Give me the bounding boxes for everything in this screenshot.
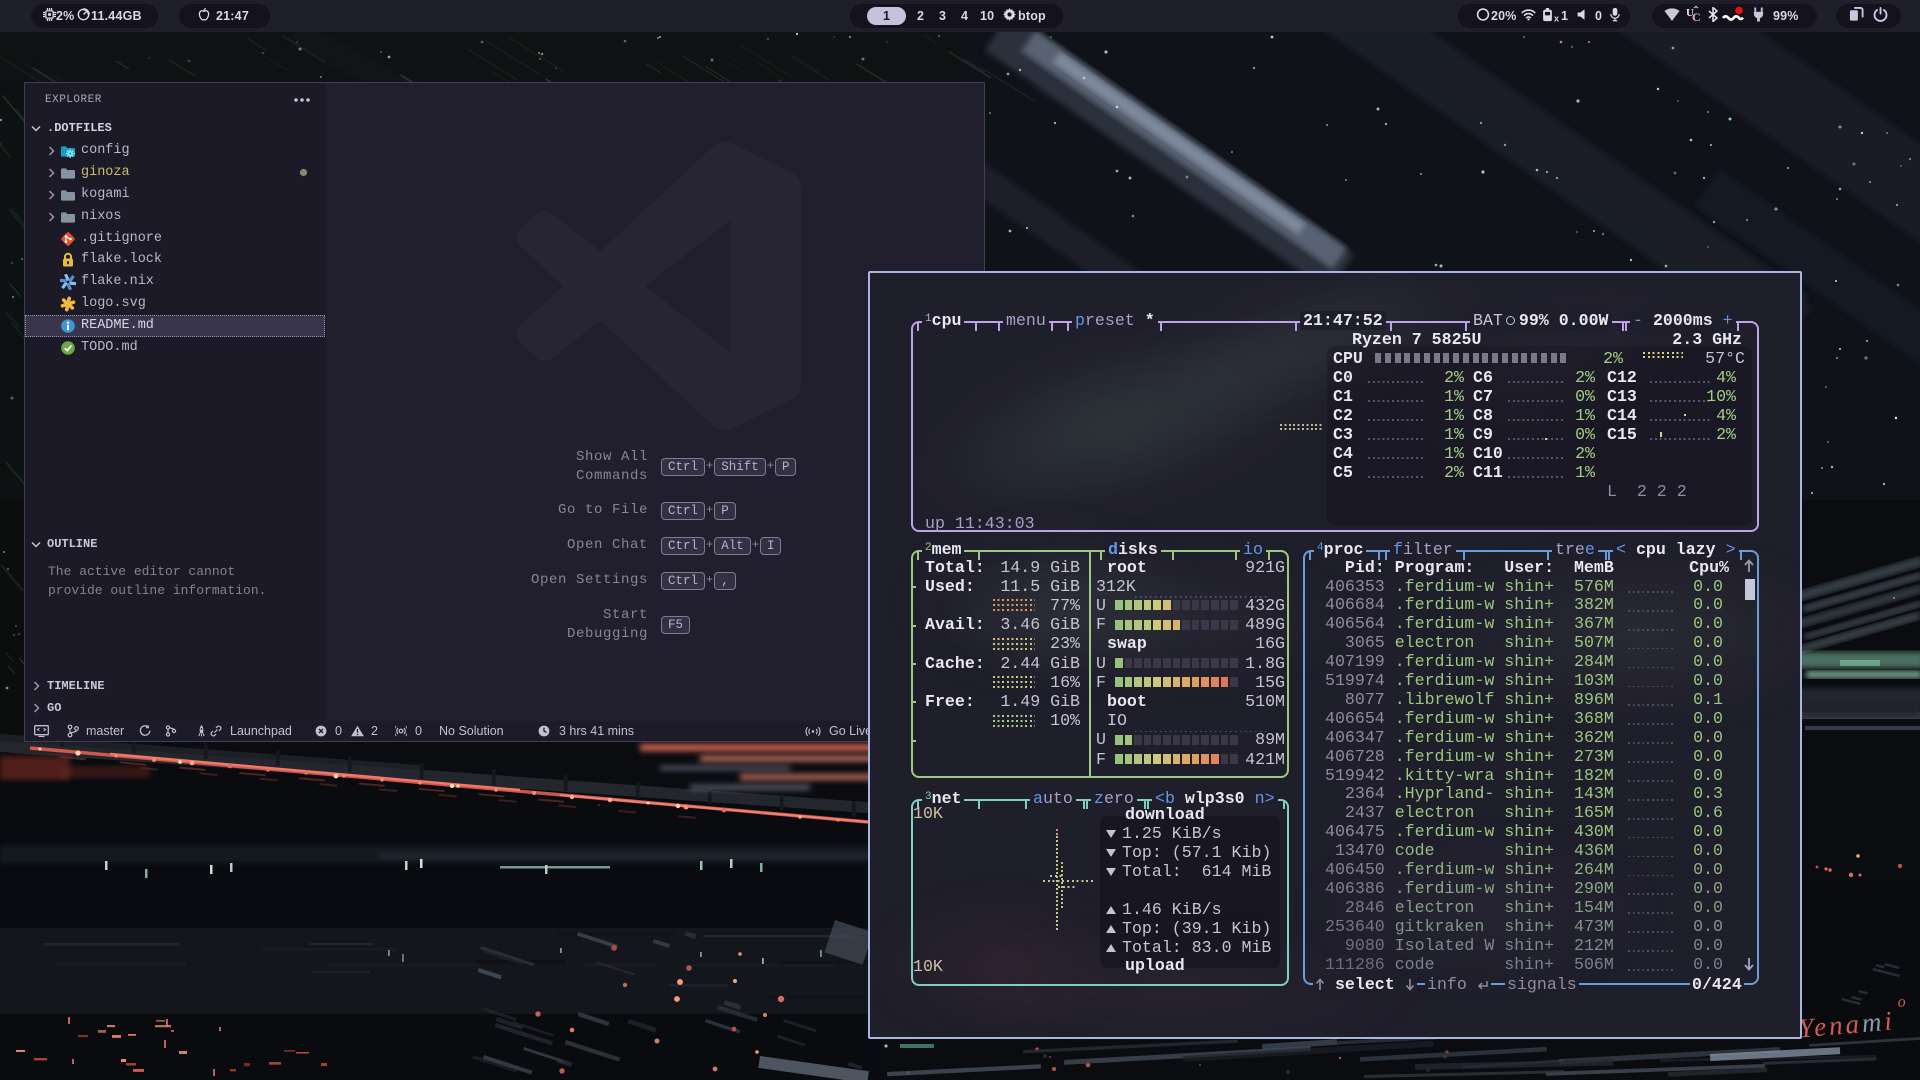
svg-text:C: C bbox=[1692, 10, 1701, 23]
